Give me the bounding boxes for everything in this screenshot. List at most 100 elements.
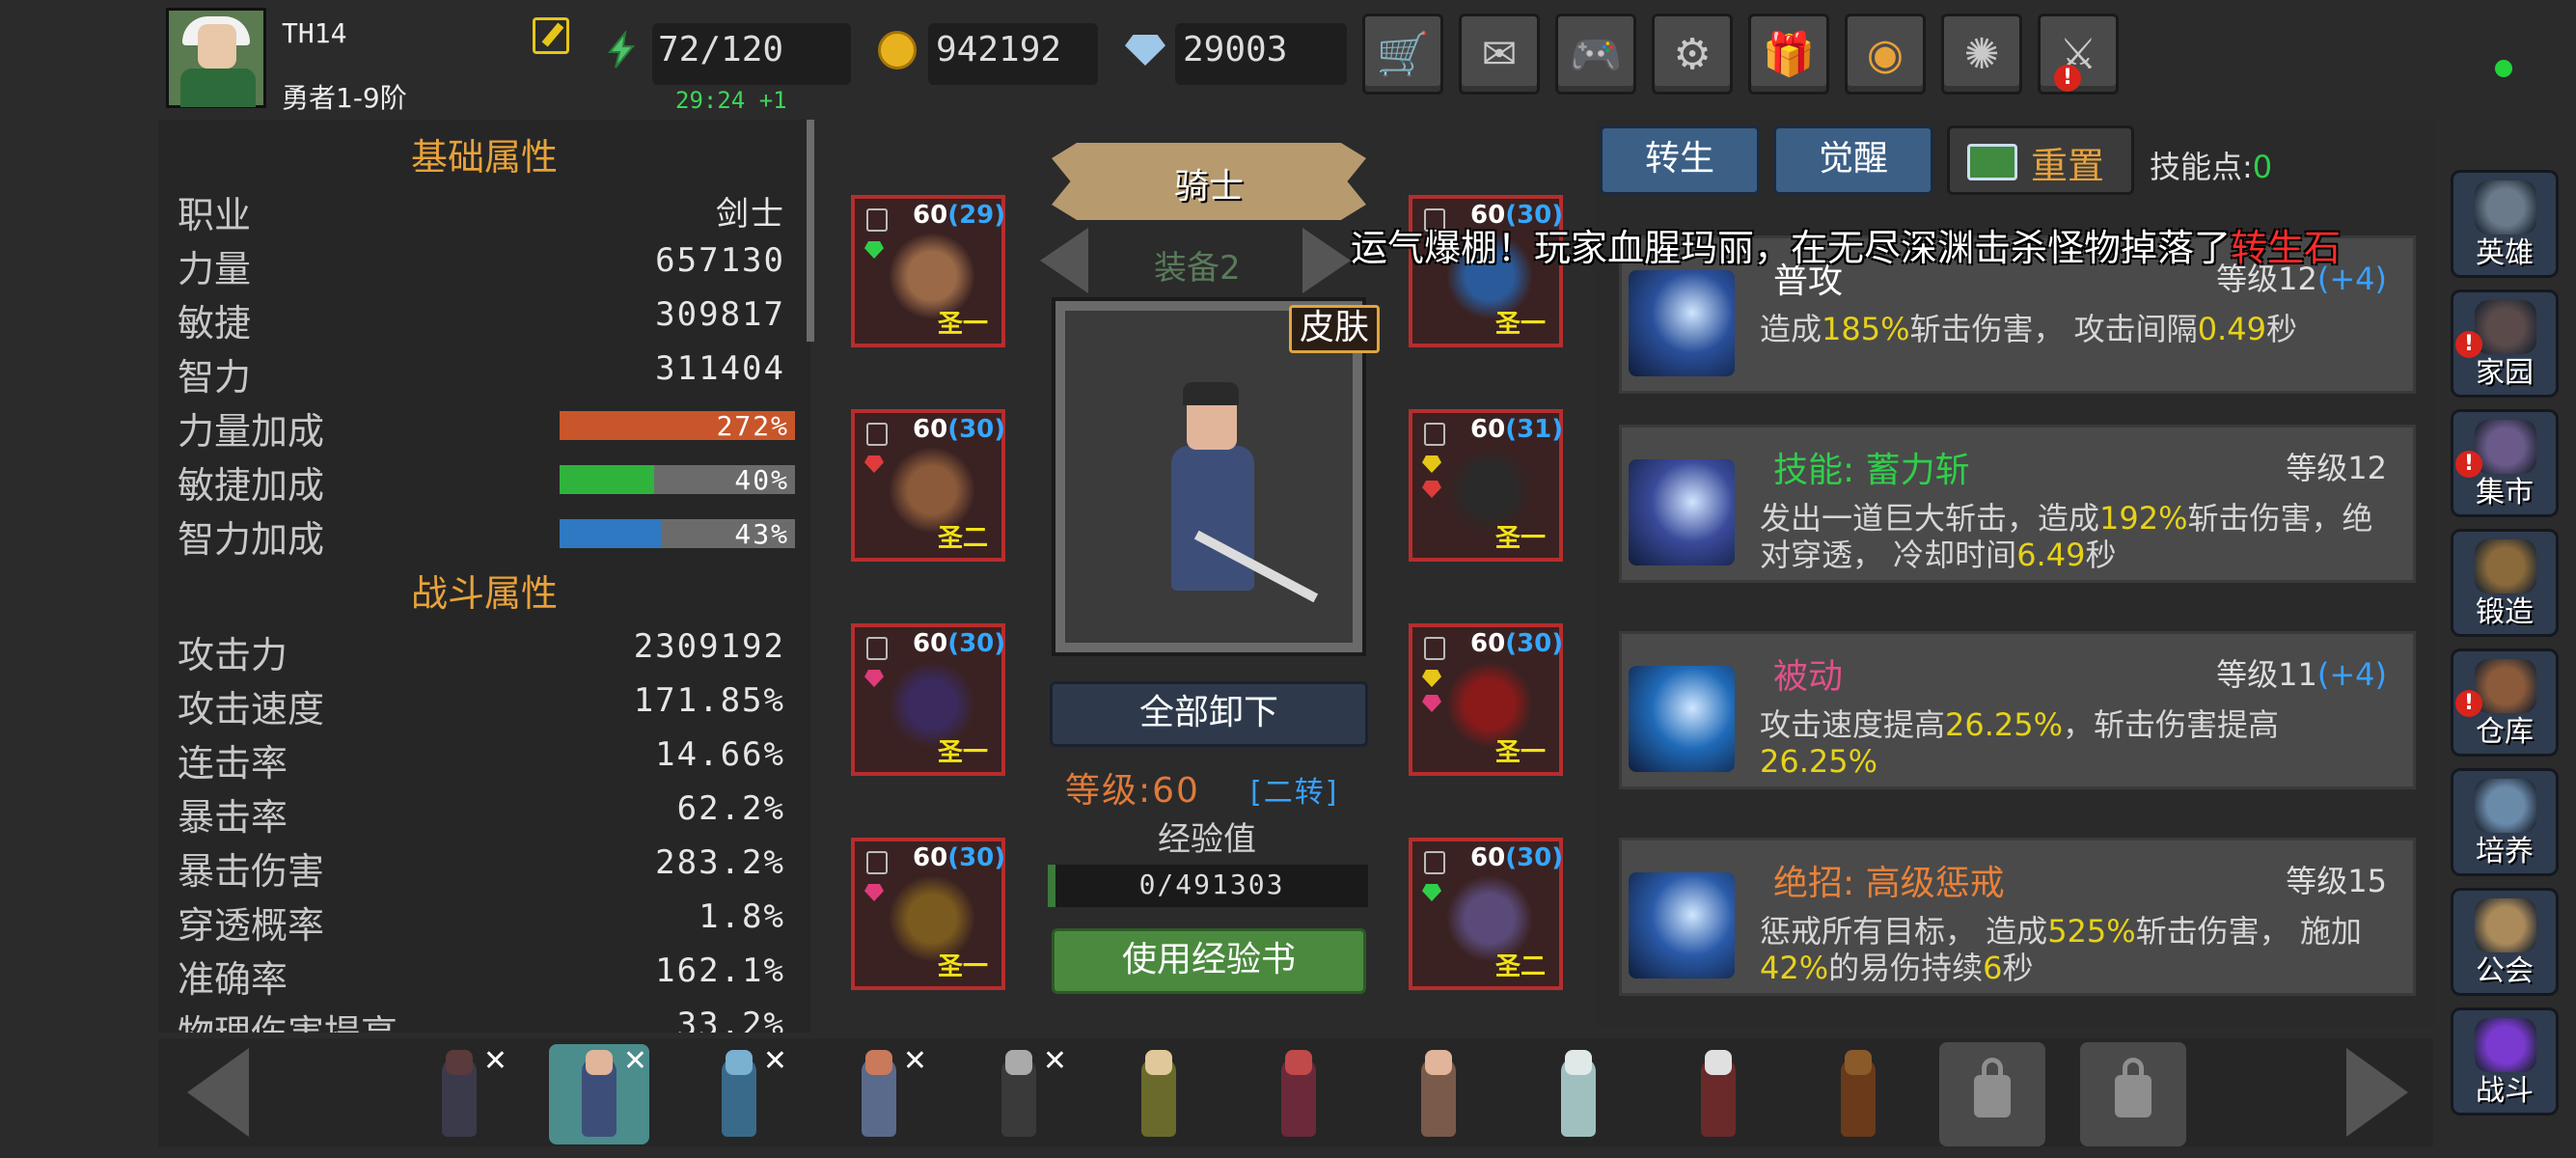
- hero-portrait[interactable]: [1388, 1044, 1489, 1144]
- close-icon[interactable]: ✕: [903, 1044, 927, 1078]
- hero-portrait[interactable]: [1808, 1044, 1908, 1144]
- hero-portrait[interactable]: ✕: [689, 1044, 789, 1144]
- portal-icon: [2475, 1018, 2536, 1072]
- gem-icon: [1125, 35, 1165, 66]
- settings-button[interactable]: ⚙: [1652, 14, 1733, 95]
- player-avatar[interactable]: [166, 8, 266, 108]
- skill-points: 技能点:0: [2150, 149, 2273, 185]
- stat-value: 14.66%: [655, 735, 785, 774]
- unequip-all-button[interactable]: 全部卸下: [1050, 681, 1368, 747]
- gift-button[interactable]: 🎁: [1748, 14, 1829, 95]
- lock-icon: [866, 208, 888, 232]
- edit-icon[interactable]: [533, 17, 569, 54]
- chest-icon: [2475, 659, 2536, 713]
- hero-portrait[interactable]: ✕: [969, 1044, 1069, 1144]
- nav-trophy[interactable]: 培养: [2451, 768, 2559, 876]
- stat-label: 职业: [178, 194, 252, 236]
- hero-portrait[interactable]: [1528, 1044, 1629, 1144]
- equip-slot-gloves[interactable]: 60(31) 圣一: [1409, 409, 1563, 562]
- use-exp-book-button[interactable]: 使用经验书: [1052, 928, 1366, 994]
- stat-label: 力量: [178, 248, 252, 290]
- nav-anvil[interactable]: 锻造: [2451, 529, 2559, 637]
- equip-slot-boots[interactable]: 60(30) 圣一: [851, 838, 1005, 990]
- stat-row: 连击率 14.66%: [178, 733, 795, 785]
- stat-label: 连击率: [178, 742, 288, 785]
- item-level: 60(30): [913, 843, 1006, 872]
- equip-slot-weapon[interactable]: 60(29) 圣一: [851, 195, 1005, 347]
- next-set-arrow-icon[interactable]: [1302, 228, 1351, 293]
- nav-label: 培养: [2476, 835, 2534, 868]
- close-icon[interactable]: ✕: [1043, 1044, 1067, 1078]
- skill-card-ultimate[interactable]: 绝招: 高级惩戒 等级15 惩戒所有目标， 造成525%斩击伤害， 施加42%的…: [1619, 838, 2416, 996]
- games-button[interactable]: 🎮: [1555, 14, 1636, 95]
- skill-card-charged-slash[interactable]: 技能: 蓄力斩 等级12 发出一道巨大斩击，造成192%斩击伤害，绝对穿透， 冷…: [1619, 425, 2416, 583]
- rebirth-tier: [二转]: [1250, 776, 1339, 810]
- bonus-value: 40%: [734, 464, 789, 496]
- nav-portal[interactable]: 战斗: [2451, 1007, 2559, 1116]
- stats-scrollbar[interactable]: [807, 120, 814, 342]
- close-icon[interactable]: ✕: [763, 1044, 787, 1078]
- stats-panel[interactable]: 基础属性 职业 剑士 力量 657130 敏捷 309817 智力 311404 力量加…: [158, 120, 810, 1033]
- wheel-button[interactable]: ◉: [1845, 14, 1926, 95]
- stat-label: 穿透概率: [178, 904, 325, 947]
- equip-slot-ring[interactable]: 60(30) 圣二: [1409, 838, 1563, 990]
- exp-label: 经验值: [1158, 820, 1256, 859]
- rebirth-button[interactable]: 转生: [1600, 125, 1760, 195]
- prev-set-arrow-icon[interactable]: [1040, 228, 1088, 293]
- stat-label: 智力: [178, 356, 252, 399]
- nav-label: 锻造: [2476, 595, 2534, 629]
- locked-hero-slot[interactable]: [2080, 1042, 2186, 1146]
- equip-slot-offhand[interactable]: 60(30) 圣二: [851, 409, 1005, 562]
- nav-lion[interactable]: 公会: [2451, 888, 2559, 996]
- stat-row: 物理伤害提高 33.2%: [178, 1004, 795, 1033]
- alert-badge: !: [2455, 690, 2482, 717]
- equip-slot-legs[interactable]: 60(30) 圣一: [851, 623, 1005, 776]
- bonus-label: 力量加成: [178, 410, 325, 453]
- stat-label: 攻击力: [178, 634, 288, 676]
- gem-icon: [1422, 455, 1441, 473]
- locked-hero-slot[interactable]: [1939, 1042, 2045, 1146]
- stat-row: 攻击速度 171.85%: [178, 679, 795, 731]
- lock-icon: [1424, 423, 1445, 446]
- reset-skills-button[interactable]: 重置: [1947, 125, 2134, 195]
- skill-description: 攻击速度提高26.25%，斩击伤害提高 26.25%: [1760, 706, 2280, 780]
- item-tier: 圣一: [937, 738, 988, 767]
- class-name: 骑士: [1173, 167, 1244, 207]
- hero-portrait[interactable]: ✕: [829, 1044, 929, 1144]
- hero-portrait[interactable]: [1248, 1044, 1349, 1144]
- roster-prev-arrow-icon[interactable]: [187, 1048, 249, 1137]
- fireworks-button[interactable]: ✺: [1941, 14, 2022, 95]
- bonus-row: 敏捷加成 40%: [178, 455, 795, 507]
- hero-portrait[interactable]: ✕: [549, 1044, 649, 1144]
- hero-portrait[interactable]: ✕: [409, 1044, 509, 1144]
- close-icon[interactable]: ✕: [483, 1044, 507, 1078]
- skill-level: 等级15: [2286, 863, 2387, 899]
- nav-chest[interactable]: 仓库!: [2451, 648, 2559, 757]
- skill-description: 发出一道巨大斩击，造成192%斩击伤害，绝对穿透， 冷却时间6.49秒: [1760, 500, 2373, 573]
- awaken-button[interactable]: 觉醒: [1773, 125, 1933, 195]
- roster-next-arrow-icon[interactable]: [2346, 1048, 2408, 1137]
- vortex-icon: [1629, 666, 1735, 772]
- battle-button[interactable]: ⚔ !: [2038, 14, 2119, 95]
- equip-slot-belt[interactable]: 60(30) 圣一: [1409, 623, 1563, 776]
- mail-button[interactable]: ✉: [1459, 14, 1540, 95]
- stat-value: 62.2%: [676, 789, 785, 828]
- nav-helmet[interactable]: 英雄: [2451, 170, 2559, 278]
- nav-market[interactable]: 集市!: [2451, 409, 2559, 517]
- skill-card-passive[interactable]: 被动 等级11(+4) 攻击速度提高26.25%，斩击伤害提高 26.25%: [1619, 631, 2416, 789]
- hero-portrait[interactable]: [1109, 1044, 1209, 1144]
- shop-button[interactable]: 🛒: [1362, 14, 1443, 95]
- close-icon[interactable]: ✕: [623, 1044, 647, 1078]
- item-level: 60(30): [913, 629, 1006, 658]
- item-tier: 圣一: [937, 310, 988, 339]
- gem-icon: [864, 670, 884, 687]
- hero-portrait[interactable]: [1668, 1044, 1768, 1144]
- alert-badge: !: [2455, 331, 2482, 358]
- stat-value: 162.1%: [655, 951, 785, 990]
- nav-castle[interactable]: 家园!: [2451, 290, 2559, 398]
- item-level: 60(30): [913, 415, 1006, 444]
- bonus-value: 272%: [716, 410, 789, 442]
- skin-button[interactable]: 皮肤: [1289, 305, 1380, 353]
- class-banner: 骑士: [1052, 143, 1366, 220]
- stat-label: 敏捷: [178, 302, 252, 345]
